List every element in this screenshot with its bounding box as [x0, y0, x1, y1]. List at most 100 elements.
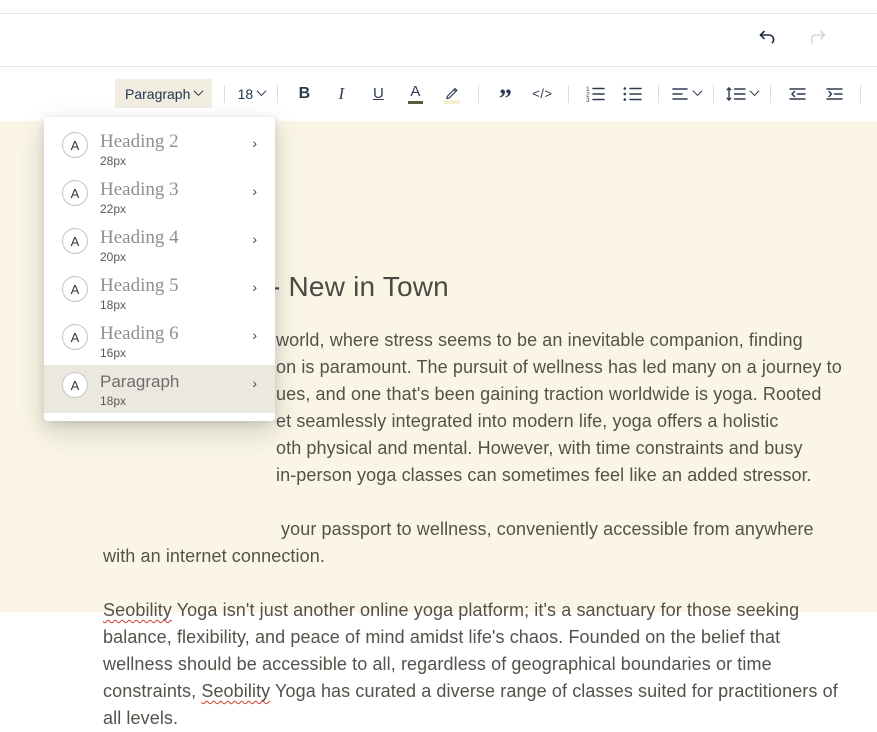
style-option-size: 18px — [100, 297, 179, 313]
chevron-right-icon: › — [252, 327, 257, 343]
style-option-size: 16px — [100, 345, 179, 361]
ordered-list-icon: 1 2 3 — [585, 85, 605, 103]
link-button[interactable] — [873, 79, 877, 109]
align-lines-icon — [671, 85, 689, 103]
pen-icon — [444, 84, 460, 104]
paragraph-style-menu: AHeading 228px›AHeading 322px›AHeading 4… — [44, 117, 275, 421]
style-option-label: Heading 3 — [100, 179, 179, 201]
underline-icon: U — [373, 85, 384, 102]
italic-button[interactable]: I — [327, 79, 355, 109]
style-option-paragraph[interactable]: A Paragraph18px › — [44, 365, 275, 413]
style-option-size: 28px — [100, 153, 179, 169]
svg-text:3: 3 — [586, 97, 590, 103]
document-heading: - New in Town — [271, 271, 449, 303]
code-icon: </> — [532, 86, 552, 101]
chevron-down-icon — [750, 86, 760, 96]
style-option-label: Heading 4 — [100, 227, 179, 249]
misspelled-word: Seobility — [201, 681, 270, 701]
text-line: world, where stress seems to be an inevi… — [276, 327, 842, 354]
passport-line-fragment: your passport to wellness, conveniently … — [281, 516, 814, 543]
chevron-right-icon: › — [252, 375, 257, 391]
text-line: wellness should be accessible to all, re… — [103, 651, 838, 678]
text-line: balance, flexibility, and peace of mind … — [103, 624, 838, 651]
seobility-paragraph: Seobility Yoga isn't just another online… — [103, 597, 838, 732]
text-line: oth physical and mental. However, with t… — [276, 435, 842, 462]
text-line: ues, and one that's been gaining tractio… — [276, 381, 842, 408]
toolbar-separator — [568, 85, 569, 103]
line-spacing-icon — [726, 85, 746, 103]
indent-button[interactable] — [820, 79, 848, 109]
style-option-label: Heading 6 — [100, 323, 179, 345]
text-line: with an internet connection. — [103, 543, 325, 570]
chevron-down-icon — [194, 86, 204, 96]
redo-button[interactable] — [803, 22, 833, 52]
outdent-button[interactable] — [783, 79, 811, 109]
text-line: et seamlessly integrated into modern lif… — [276, 408, 842, 435]
history-actions — [751, 22, 833, 52]
line-spacing-dropdown-button[interactable] — [726, 79, 758, 109]
text-color-icon: A — [408, 84, 423, 104]
style-option-label: Heading 5 — [100, 275, 179, 297]
font-size-label: 18 — [238, 86, 254, 102]
formatting-toolbar: Paragraph 18 B I U A ” </> — [115, 67, 877, 120]
highlight-color-button[interactable] — [438, 79, 466, 109]
chevron-right-icon: › — [252, 135, 257, 151]
text-style-icon: A — [62, 132, 88, 158]
chevron-down-icon — [257, 86, 267, 96]
text-style-icon: A — [62, 180, 88, 206]
text-line: constraints, Seobility Yoga has curated … — [103, 678, 838, 705]
top-divider — [0, 13, 877, 14]
code-block-button[interactable]: </> — [528, 79, 556, 109]
redo-icon — [808, 27, 829, 48]
unordered-list-button[interactable] — [618, 79, 646, 109]
text-line: in-person yoga classes can sometimes fee… — [276, 462, 842, 489]
text-line: Seobility Yoga isn't just another online… — [103, 597, 838, 624]
text-line: your passport to wellness, conveniently … — [281, 516, 814, 543]
blockquote-button[interactable]: ” — [491, 79, 519, 109]
text-style-icon: A — [62, 276, 88, 302]
toolbar-separator — [224, 85, 225, 103]
font-size-dropdown-button[interactable]: 18 — [237, 79, 265, 109]
bold-button[interactable]: B — [290, 79, 318, 109]
paragraph-style-dropdown-button[interactable]: Paragraph — [115, 79, 212, 108]
misspelled-word: Seobility — [103, 600, 172, 620]
passport-line-full: with an internet connection. — [103, 543, 325, 570]
text-line: on is paramount. The pursuit of wellness… — [276, 354, 842, 381]
toolbar-separator — [478, 85, 479, 103]
bold-icon: B — [299, 85, 311, 103]
paragraph-style-label: Paragraph — [125, 86, 190, 102]
undo-button[interactable] — [751, 22, 781, 52]
style-option-size: 22px — [100, 201, 179, 217]
undo-icon — [756, 27, 777, 48]
outdent-icon — [788, 85, 807, 103]
chevron-down-icon — [693, 86, 703, 96]
style-option-heading-3[interactable]: A Heading 322px › — [44, 173, 275, 221]
text-style-icon: A — [62, 324, 88, 350]
toolbar-separator — [658, 85, 659, 103]
style-option-heading-4[interactable]: A Heading 420px › — [44, 221, 275, 269]
style-option-size: 20px — [100, 249, 179, 265]
style-option-label: Paragraph — [100, 371, 179, 393]
unordered-list-icon — [622, 85, 642, 103]
style-option-heading-2[interactable]: AHeading 228px› — [44, 125, 275, 173]
intro-paragraph-fragment: world, where stress seems to be an inevi… — [276, 327, 842, 489]
style-option-heading-5[interactable]: A Heading 518px › — [44, 269, 275, 317]
italic-icon: I — [339, 84, 345, 104]
style-option-heading-6[interactable]: A Heading 616px › — [44, 317, 275, 365]
quote-icon: ” — [499, 94, 512, 104]
chevron-right-icon: › — [252, 279, 257, 295]
toolbar-separator — [770, 85, 771, 103]
ordered-list-button[interactable]: 1 2 3 — [581, 79, 609, 109]
chevron-right-icon: › — [252, 183, 257, 199]
toolbar-separator — [860, 85, 861, 103]
text-line: all levels. — [103, 705, 838, 732]
alignment-dropdown-button[interactable] — [671, 79, 701, 109]
toolbar-separator — [277, 85, 278, 103]
underline-button[interactable]: U — [364, 79, 392, 109]
text-style-icon: A — [62, 228, 88, 254]
toolbar-separator — [713, 85, 714, 103]
style-option-size: 18px — [100, 393, 179, 409]
text-style-icon: A — [62, 372, 88, 398]
text-color-button[interactable]: A — [401, 79, 429, 109]
chevron-right-icon: › — [252, 231, 257, 247]
